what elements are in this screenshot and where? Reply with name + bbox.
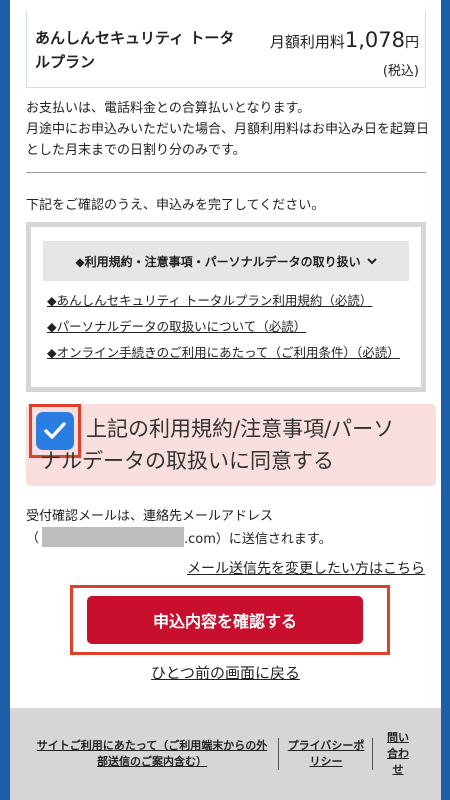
chevron-down-icon: [366, 255, 377, 268]
footer-privacy-link[interactable]: プライバシーポリシー: [286, 738, 366, 770]
plan-price-value: 1,078: [344, 28, 405, 52]
terms-link-personal-data[interactable]: ◆パーソナルデータの取扱いについて（必読）: [47, 319, 407, 335]
mail-note-suffix: .com）に送信されます。: [184, 532, 332, 547]
page: あんしんセキュリティ トータルプラン 月額利用料1,078円 (税込) お支払い…: [10, 0, 441, 800]
footer-divider: [372, 738, 373, 770]
mail-note-line1: 受付確認メールは、連絡先メールアドレス: [26, 509, 274, 524]
plan-tax-note: (税込): [382, 64, 419, 79]
footer-contact-link[interactable]: 問い合わせ: [382, 730, 414, 778]
terms-link-online-conditions[interactable]: ◆オンライン手続きのご利用にあたって（ご利用条件）（必読）: [47, 345, 407, 361]
change-email-link[interactable]: メール送信先を変更したい方はこちら: [187, 558, 425, 578]
plan-price: 月額利用料1,078円: [270, 28, 419, 52]
masked-email: [42, 527, 184, 547]
footer-site-usage-link[interactable]: サイトご利用にあたって（ご利用端末からの外部送信のご案内含む）: [32, 738, 272, 770]
plan-price-unit: 円: [405, 35, 419, 51]
plan-name: あんしんセキュリティ トータルプラン: [35, 29, 235, 71]
terms-panel: ◆利用規約・注意事項・パーソナルデータの取り扱い ◆あんしんセキュリティ トータ…: [26, 222, 426, 392]
terms-link-plan[interactable]: ◆あんしんセキュリティ トータルプラン利用規約（必読）: [47, 293, 407, 309]
footer: サイトご利用にあたって（ご利用端末からの外部送信のご案内含む） プライバシーポリ…: [10, 708, 441, 800]
agree-checkbox[interactable]: [36, 412, 74, 450]
confirm-button[interactable]: 申込内容を確認する: [87, 596, 363, 644]
footer-divider: [278, 738, 279, 770]
plan-price-label: 月額利用料: [269, 33, 345, 51]
terms-accordion-header[interactable]: ◆利用規約・注意事項・パーソナルデータの取り扱い: [43, 241, 409, 281]
divider: [26, 172, 426, 173]
agree-label-line2[interactable]: ナルデータの取扱いに同意する: [40, 446, 334, 476]
plan-summary: あんしんセキュリティ トータルプラン 月額利用料1,078円 (税込): [26, 10, 426, 88]
terms-header-label: ◆利用規約・注意事項・パーソナルデータの取り扱い: [75, 254, 361, 269]
agree-label-line1[interactable]: 上記の利用規約/注意事項/パーソ: [86, 414, 394, 444]
payment-note: お支払いは、電話料金との合算払いとなります。 月途中にお申込みいただいた場合、月…: [26, 101, 430, 158]
check-icon: [44, 422, 66, 439]
instruction-text: 下記をご確認のうえ、申込みを完了してください。: [26, 198, 325, 213]
back-link[interactable]: ひとつ前の画面に戻る: [10, 662, 441, 683]
